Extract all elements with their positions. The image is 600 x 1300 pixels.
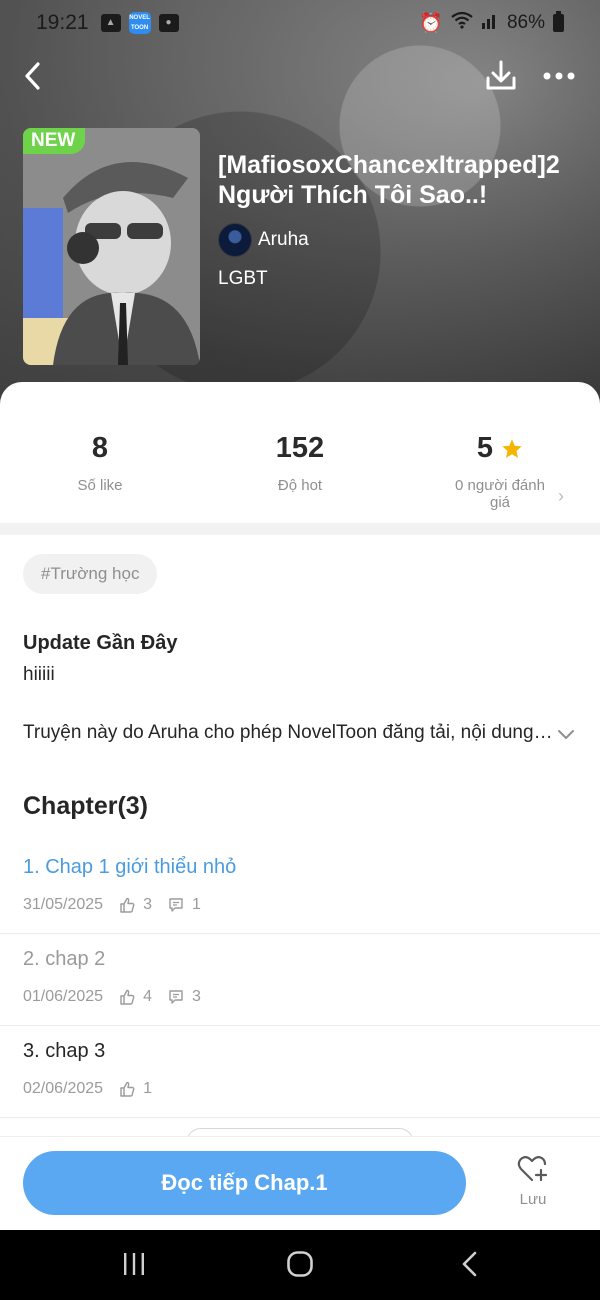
- cover-illustration-icon: [23, 128, 200, 365]
- book-title: [MafiosoxChancexItrapped]2 Người Thích T…: [218, 151, 560, 209]
- hot-label: Độ hot: [277, 477, 323, 494]
- status-bar: 19:21 ▲ NOVEL TOON ● ⏰ 86%: [0, 0, 600, 46]
- rating-value: 5: [476, 432, 494, 464]
- stats-row: 8 Số like 152 Độ hot 5 0 người đánh giá: [0, 400, 600, 520]
- hot-count: 152: [275, 432, 325, 464]
- update-text: hiiiii: [23, 664, 55, 685]
- author-link[interactable]: Aruha: [218, 223, 309, 257]
- more-dots-icon: [543, 72, 575, 80]
- save-button[interactable]: Lưu: [498, 1154, 568, 1216]
- likes-count: 8: [91, 432, 109, 464]
- chapter-meta: 31/05/2025 3 1: [23, 896, 217, 914]
- back-arrow-icon: [462, 1251, 477, 1277]
- home-button[interactable]: [286, 1250, 314, 1278]
- recent-apps-button[interactable]: [120, 1250, 148, 1278]
- author-avatar: [218, 223, 252, 257]
- thumbs-up-icon: [120, 989, 135, 1005]
- heart-plus-icon: [517, 1156, 548, 1182]
- chapter-meta: 02/06/2025 1: [23, 1080, 168, 1098]
- chapters-heading: Chapter(3): [23, 792, 149, 820]
- comment-icon: [169, 898, 183, 912]
- wifi-icon: [451, 11, 473, 35]
- stat-rating[interactable]: 5 0 người đánh giá: [400, 400, 600, 520]
- thumbs-up-icon: [120, 897, 135, 913]
- chevron-left-icon: [25, 62, 40, 90]
- download-button[interactable]: [484, 58, 518, 94]
- author-name: Aruha: [258, 229, 309, 250]
- likes-label: Số like: [77, 477, 123, 494]
- gallery-notification-icon: ▲: [100, 14, 121, 32]
- save-label: Lưu: [519, 1191, 547, 1208]
- book-cover: NEW: [23, 128, 200, 365]
- chapter-item[interactable]: 2. chap 2 01/06/2025 4 3: [0, 934, 600, 1026]
- chapter-title: 2. chap 2: [23, 948, 106, 970]
- signal-icon: [481, 11, 499, 35]
- chapter-likes: 3: [143, 896, 152, 913]
- back-button[interactable]: [18, 58, 54, 94]
- noveltoon-notification-icon: NOVEL TOON: [128, 12, 151, 34]
- battery-icon: [553, 11, 564, 32]
- stat-hot: 152 Độ hot: [200, 400, 400, 520]
- thumbs-up-icon: [120, 1081, 135, 1097]
- chapter-title: 1. Chap 1 giới thiểu nhỏ: [23, 856, 237, 878]
- home-icon: [287, 1251, 313, 1277]
- new-badge: NEW: [23, 128, 86, 154]
- star-icon: [502, 438, 522, 458]
- chapter-date: 31/05/2025: [23, 896, 104, 913]
- update-heading: Update Gần Đây: [23, 632, 178, 654]
- status-time: 19:21: [36, 11, 89, 34]
- alarm-icon: ⏰: [419, 13, 443, 34]
- chapter-likes: 4: [143, 988, 152, 1005]
- chapter-date: 02/06/2025: [23, 1080, 104, 1097]
- description-text: Truyện này do Aruha cho phép NovelToon đ…: [23, 722, 555, 743]
- battery-text: 86%: [506, 12, 545, 33]
- stat-likes: 8 Số like: [0, 400, 200, 520]
- chapter-likes: 1: [143, 1080, 152, 1097]
- more-options-button[interactable]: [540, 62, 580, 90]
- chapter-comments: 1: [191, 896, 201, 913]
- expand-description-button[interactable]: [556, 724, 576, 744]
- continue-reading-button[interactable]: Đọc tiếp Chap.1: [23, 1151, 466, 1215]
- download-icon: [486, 60, 516, 90]
- rating-count-label: 0 người đánh giá: [455, 477, 545, 511]
- chapter-item[interactable]: 1. Chap 1 giới thiểu nhỏ 31/05/2025 3 1: [0, 842, 600, 934]
- genre-label: LGBT: [218, 268, 268, 289]
- chapter-item[interactable]: 3. chap 3 02/06/2025 1: [0, 1026, 600, 1118]
- chapter-date: 01/06/2025: [23, 988, 104, 1005]
- chevron-right-icon[interactable]: ›: [558, 486, 564, 507]
- chapter-meta: 01/06/2025 4 3: [23, 988, 217, 1006]
- system-back-button[interactable]: [458, 1250, 482, 1278]
- recent-apps-icon: [124, 1253, 144, 1275]
- comment-icon: [169, 990, 183, 1004]
- tag-chip[interactable]: #Trường học: [23, 554, 158, 594]
- app-notification-icon: ●: [158, 14, 179, 32]
- chevron-down-icon: [558, 730, 574, 739]
- section-divider: [0, 523, 600, 535]
- chapter-comments: 3: [191, 988, 201, 1005]
- chapter-title: 3. chap 3: [23, 1040, 106, 1062]
